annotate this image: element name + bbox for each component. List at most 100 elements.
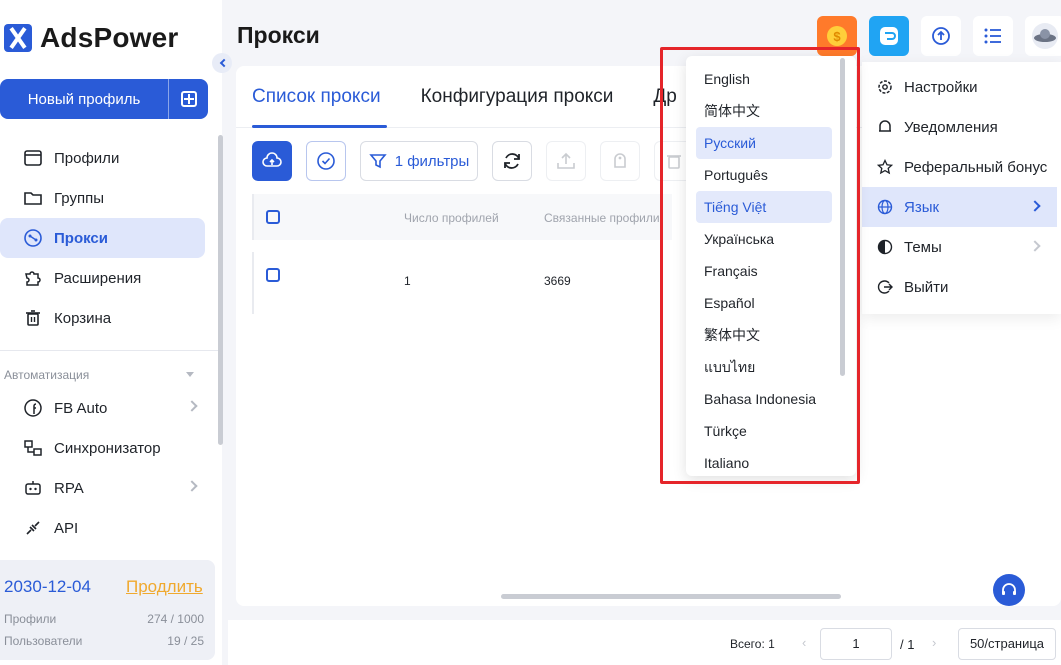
chevron-right-icon bbox=[1029, 200, 1041, 212]
robot-icon bbox=[22, 477, 44, 499]
chevron-right-icon bbox=[186, 400, 198, 412]
total-pages: / 1 bbox=[900, 637, 915, 652]
app-name: AdsPower bbox=[40, 22, 179, 53]
sidebar-item-proxy[interactable]: Прокси bbox=[0, 218, 205, 258]
sidebar-item-synchronizer[interactable]: Синхронизатор bbox=[0, 428, 210, 468]
menu-item-themes[interactable]: Темы bbox=[862, 227, 1057, 267]
cell-linked-profiles: 3669 bbox=[544, 274, 571, 288]
sidebar-item-fb-auto[interactable]: FB Auto bbox=[0, 388, 210, 428]
adspower-logo-icon bbox=[4, 24, 32, 52]
chevron-right-icon bbox=[186, 480, 198, 492]
sidebar: AdsPower Новый профиль Профили Группы Пр… bbox=[0, 0, 223, 665]
app-logo[interactable]: AdsPower bbox=[4, 22, 179, 54]
cloud-upload-icon bbox=[262, 152, 282, 167]
plus-square-icon bbox=[180, 91, 197, 107]
cell-profile-count: 1 bbox=[404, 274, 411, 288]
batch-add-button[interactable] bbox=[168, 79, 208, 119]
sidebar-item-label: Группы bbox=[54, 189, 104, 207]
tag-button[interactable] bbox=[600, 141, 640, 181]
table-header: Число профилей Связанные профили bbox=[252, 194, 672, 240]
column-header-profile-count[interactable]: Число профилей bbox=[404, 211, 499, 225]
task-list-button[interactable] bbox=[973, 16, 1013, 56]
logout-icon bbox=[876, 278, 894, 296]
page-number-input[interactable]: 1 bbox=[820, 628, 892, 660]
sidebar-item-extensions[interactable]: Расширения bbox=[0, 258, 210, 298]
puzzle-icon bbox=[22, 267, 44, 289]
help-chat-button[interactable] bbox=[993, 574, 1025, 606]
sidebar-item-rpa[interactable]: RPA bbox=[0, 468, 210, 508]
sidebar-item-profiles[interactable]: Профили bbox=[0, 138, 210, 178]
tab-proxy-config[interactable]: Конфигурация прокси bbox=[421, 86, 614, 108]
sidebar-item-api[interactable]: API bbox=[0, 508, 210, 548]
sidebar-item-label: Прокси bbox=[54, 229, 108, 247]
page-title: Прокси bbox=[237, 22, 320, 48]
export-button[interactable] bbox=[546, 141, 586, 181]
annotation-highlight-box bbox=[660, 47, 860, 484]
update-button[interactable] bbox=[921, 16, 961, 56]
filter-button[interactable]: 1 фильтры bbox=[360, 141, 478, 181]
menu-item-notifications[interactable]: Уведомления bbox=[862, 107, 1057, 147]
add-proxy-button[interactable] bbox=[252, 141, 292, 181]
menu-item-label: Язык bbox=[904, 198, 940, 216]
menu-item-label: Темы bbox=[904, 238, 942, 256]
menu-item-language[interactable]: Язык bbox=[862, 187, 1057, 227]
column-header-linked-profiles[interactable]: Связанные профили bbox=[544, 211, 660, 225]
menu-item-label: Реферальный бонус bbox=[904, 158, 1048, 176]
bell-icon bbox=[876, 118, 894, 136]
table-horizontal-scrollbar[interactable] bbox=[501, 594, 841, 599]
sidebar-item-trash[interactable]: Корзина bbox=[0, 298, 210, 338]
page-size-select[interactable]: 50/страница bbox=[958, 628, 1056, 660]
sidebar-divider bbox=[0, 350, 222, 351]
sidebar-item-label: API bbox=[54, 519, 79, 537]
prev-page-icon[interactable]: ‹ bbox=[802, 635, 806, 650]
settings-icon bbox=[876, 78, 894, 96]
remote-support-button[interactable] bbox=[869, 16, 909, 56]
tab-proxy-list[interactable]: Список прокси bbox=[252, 86, 381, 108]
subscription-date: 2030-12-04 bbox=[4, 577, 91, 596]
menu-item-label: Уведомления bbox=[904, 118, 998, 136]
automation-nav: FB Auto Синхронизатор RPA API bbox=[0, 388, 210, 548]
menu-item-referral[interactable]: Реферальный бонус bbox=[862, 147, 1057, 187]
theme-icon bbox=[876, 238, 894, 256]
tab-bar: Список прокси Конфигурация прокси Др bbox=[252, 86, 677, 108]
menu-item-settings[interactable]: Настройки bbox=[862, 67, 1057, 107]
subscription-panel: 2030-12-04 Продлить Профили 274 / 1000 П… bbox=[0, 560, 215, 660]
refresh-icon bbox=[504, 153, 520, 169]
next-page-icon[interactable]: › bbox=[932, 635, 936, 650]
folder-icon bbox=[22, 187, 44, 209]
chevron-left-icon bbox=[219, 58, 228, 68]
profiles-quota-label: Профили bbox=[4, 612, 57, 626]
select-all-checkbox[interactable] bbox=[266, 210, 280, 224]
automation-collapse-icon[interactable] bbox=[186, 372, 194, 377]
collapse-sidebar-button[interactable] bbox=[212, 53, 232, 73]
profiles-quota-value: 274 / 1000 bbox=[147, 612, 204, 626]
search-check-icon bbox=[317, 152, 335, 170]
row-checkbox[interactable] bbox=[266, 268, 280, 282]
globe-icon bbox=[876, 198, 894, 216]
filter-icon bbox=[368, 154, 387, 169]
sidebar-item-label: Профили bbox=[54, 149, 120, 167]
active-tab-indicator bbox=[252, 125, 387, 128]
headset-icon bbox=[1002, 583, 1016, 595]
pagination-bar: Всего: 1 ‹ 1 / 1 › 50/страница bbox=[228, 620, 1061, 665]
refresh-button[interactable] bbox=[492, 141, 532, 181]
renew-link[interactable]: Продлить bbox=[126, 577, 203, 597]
sidebar-nav: Профили Группы Прокси Расширения Корзина bbox=[0, 138, 210, 338]
fb-icon bbox=[22, 397, 44, 419]
menu-item-label: Настройки bbox=[904, 78, 978, 96]
list-icon bbox=[984, 28, 1001, 44]
proxy-icon bbox=[22, 227, 44, 249]
sidebar-scrollbar[interactable] bbox=[218, 135, 223, 445]
table-row[interactable]: 1 3669 bbox=[252, 252, 672, 314]
menu-item-label: Выйти bbox=[904, 278, 949, 296]
sidebar-item-groups[interactable]: Группы bbox=[0, 178, 210, 218]
users-quota-label: Пользователи bbox=[4, 634, 83, 648]
menu-item-logout[interactable]: Выйти bbox=[862, 267, 1057, 307]
profiles-icon bbox=[22, 147, 44, 169]
user-avatar-button[interactable] bbox=[1025, 16, 1061, 56]
sidebar-item-label: Синхронизатор bbox=[54, 439, 161, 457]
check-proxy-button[interactable] bbox=[306, 141, 346, 181]
sidebar-item-label: Корзина bbox=[54, 309, 112, 327]
tag-icon bbox=[614, 153, 626, 168]
new-profile-button[interactable]: Новый профиль bbox=[0, 79, 208, 119]
